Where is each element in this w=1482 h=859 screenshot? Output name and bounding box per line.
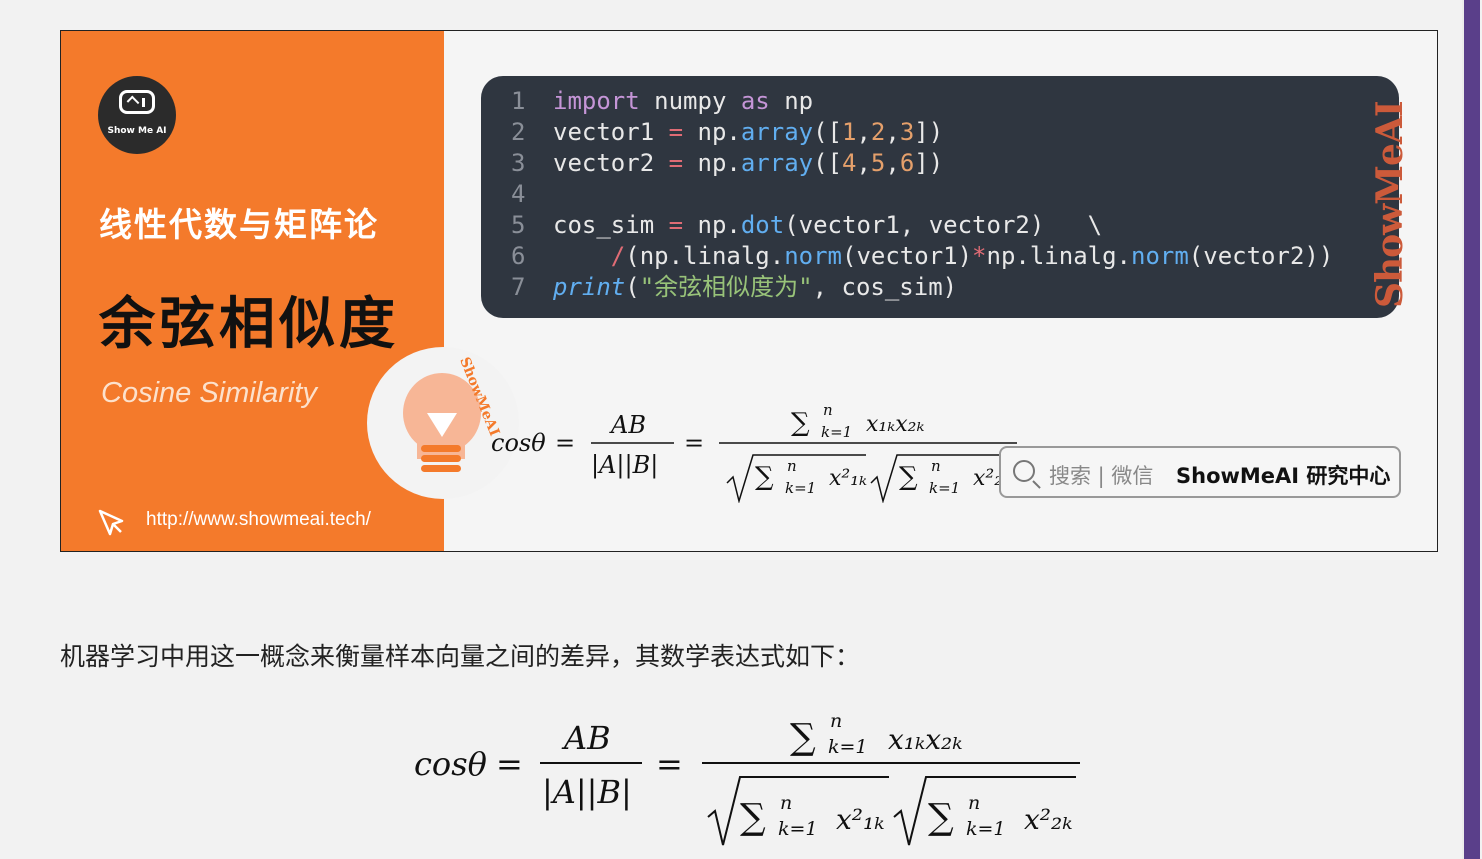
svg-text:n: n	[787, 457, 797, 475]
svg-text:=: =	[496, 745, 523, 783]
svg-text:k=1: k=1	[828, 736, 868, 758]
cosine-formula: cosθ = AB |A||B| = ∑ n k=1 x₁ₖx₂ₖ ∑ n k=…	[414, 710, 1080, 846]
formula-term-num: x₁ₖx₂ₖ	[866, 412, 925, 437]
bulb-band	[421, 455, 461, 462]
article-banner-image: Show Me AI 线性代数与矩阵论 余弦相似度 Cosine Similar…	[60, 30, 1438, 552]
code-watermark: ShowMeAI	[1369, 101, 1411, 308]
svg-text:n: n	[931, 457, 941, 475]
formula-num1: AB	[609, 411, 646, 439]
code-line: 7 print("余弦相似度为", cos_sim)	[511, 273, 958, 301]
logo-text: Show Me AI	[107, 126, 167, 136]
svg-text:k=1: k=1	[929, 479, 960, 497]
bulb-filament	[427, 413, 457, 437]
svg-text:k=1: k=1	[778, 818, 818, 840]
formula-lhs: cosθ	[414, 745, 487, 783]
svg-text:∑: ∑	[755, 462, 774, 492]
svg-text:n: n	[830, 710, 842, 732]
svg-text:=: =	[555, 429, 575, 457]
code-line: 5 cos_sim = np.dot(vector1, vector2) \	[511, 211, 1103, 239]
code-line: 1 import numpy as np	[511, 87, 814, 115]
showmeai-logo: Show Me AI	[98, 76, 176, 154]
svg-text:∑: ∑	[899, 462, 918, 492]
svg-text:=: =	[684, 429, 704, 457]
search-prefix: 搜索 | 微信	[1049, 464, 1154, 488]
banner-subtitle-en: Cosine Similarity	[101, 377, 317, 409]
svg-text:n: n	[968, 792, 980, 814]
wechat-search-box: 搜索 | 微信 ShowMeAI 研究中心	[999, 446, 1401, 498]
article-paragraph: 机器学习中用这一概念来衡量样本向量之间的差异，其数学表达式如下：	[60, 642, 861, 671]
formula-term-num: x₁ₖx₂ₖ	[888, 723, 962, 756]
svg-text:n: n	[823, 401, 833, 419]
svg-text:x²₂ₖ: x²₂ₖ	[1024, 803, 1072, 836]
svg-text:∑: ∑	[740, 797, 766, 838]
formula-lhs: cosθ	[491, 429, 546, 457]
code-line: 6 /(np.linalg.norm(vector1)*np.linalg.no…	[511, 242, 1334, 270]
code-block: 1 import numpy as np 2 vector1 = np.array(…	[481, 76, 1411, 318]
svg-text:k=1: k=1	[966, 818, 1006, 840]
banner-title-sub: 余弦相似度	[99, 292, 399, 357]
code-line: 4	[511, 180, 526, 208]
svg-text:∑: ∑	[791, 408, 810, 438]
svg-text:x²₁ₖ: x²₁ₖ	[836, 803, 884, 836]
svg-text:n: n	[780, 792, 792, 814]
search-brand: ShowMeAI 研究中心	[1176, 464, 1391, 488]
svg-text:=: =	[656, 745, 683, 783]
code-line: 3 vector2 = np.array([4,5,6])	[511, 149, 944, 177]
banner-url: http://www.showmeai.tech/	[146, 509, 371, 530]
robot-face-icon	[119, 90, 155, 114]
formula-num1: AB	[561, 719, 611, 757]
formula-den1: |A||B|	[591, 451, 658, 480]
svg-text:k=1: k=1	[821, 423, 852, 441]
svg-text:∑: ∑	[790, 717, 816, 758]
svg-text:x²₁ₖ: x²₁ₖ	[829, 466, 867, 491]
bulb-band	[421, 445, 461, 452]
scrollbar-thumb[interactable]	[1464, 0, 1480, 859]
search-icon	[1013, 460, 1035, 482]
svg-text:k=1: k=1	[785, 479, 816, 497]
formula-den1: |A||B|	[542, 773, 632, 811]
banner-title-main: 线性代数与矩阵论	[99, 205, 379, 244]
vertical-scrollbar[interactable]	[1462, 0, 1482, 859]
code-line: 2 vector1 = np.array([1,2,3])	[511, 118, 944, 146]
bulb-band	[421, 465, 461, 472]
cursor-click-icon	[98, 509, 124, 536]
svg-text:∑: ∑	[928, 797, 954, 838]
